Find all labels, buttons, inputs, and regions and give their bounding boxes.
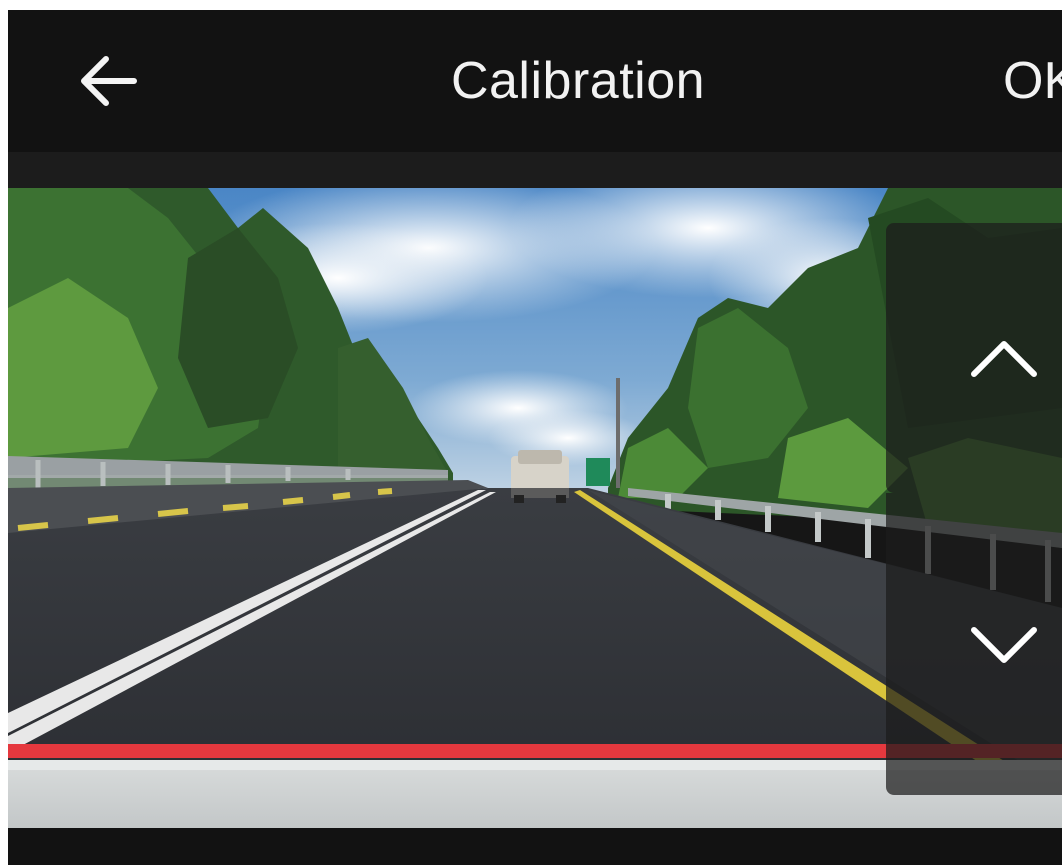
bottom-bar [8, 828, 1062, 865]
page-title: Calibration [450, 52, 706, 110]
calibration-adjust-panel [886, 223, 1062, 795]
chevron-up-icon [971, 341, 1037, 377]
move-line-up-button[interactable] [886, 223, 1062, 493]
ok-button[interactable]: OK [1003, 10, 1062, 152]
divider-strip [8, 152, 1062, 188]
move-line-down-button[interactable] [886, 493, 1062, 795]
chevron-down-icon [971, 627, 1037, 663]
top-app-bar: Calibration OK [8, 10, 1062, 152]
calibration-screen: Calibration OK [8, 10, 1062, 865]
